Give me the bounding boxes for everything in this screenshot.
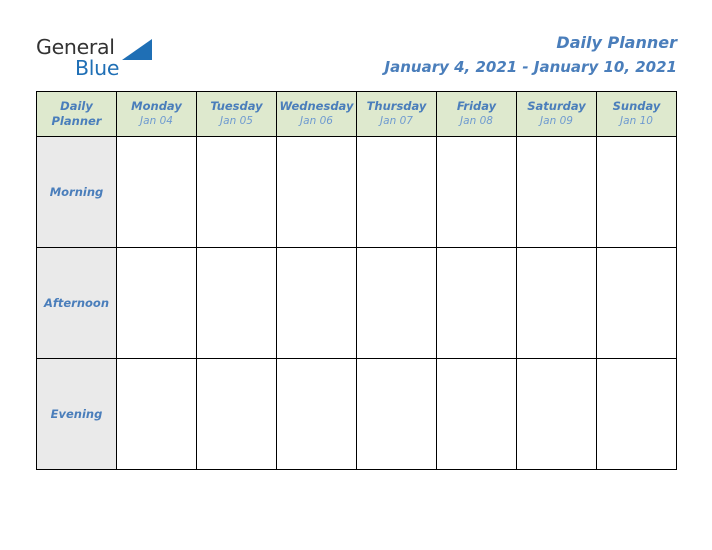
slot-morning-friday[interactable] (436, 136, 517, 248)
row-label-afternoon: Afternoon (36, 247, 117, 359)
day-date-label: Jan 05 (220, 115, 253, 127)
column-header-friday: Friday Jan 08 (436, 91, 517, 137)
day-name-label: Friday (456, 99, 497, 113)
corner-title-line2: Planner (51, 114, 102, 128)
slot-afternoon-monday[interactable] (116, 247, 197, 359)
day-date-label: Jan 07 (380, 115, 413, 127)
table-header: Daily Planner Monday Jan 04 Tuesday Jan … (36, 91, 677, 137)
slot-evening-wednesday[interactable] (276, 358, 357, 470)
table-header-row: Daily Planner Monday Jan 04 Tuesday Jan … (36, 91, 677, 137)
table-row-evening: Evening (36, 358, 677, 470)
column-header-saturday: Saturday Jan 09 (516, 91, 597, 137)
table-row-afternoon: Afternoon (36, 247, 677, 359)
slot-morning-saturday[interactable] (516, 136, 597, 248)
day-date-label: Jan 09 (540, 115, 573, 127)
slot-afternoon-wednesday[interactable] (276, 247, 357, 359)
day-name-label: Monday (131, 99, 182, 113)
row-label-text: Morning (49, 185, 104, 199)
page-title: Daily Planner (556, 33, 677, 52)
day-name-label: Saturday (527, 99, 586, 113)
row-label-morning: Morning (36, 136, 117, 248)
slot-afternoon-tuesday[interactable] (196, 247, 277, 359)
slot-afternoon-thursday[interactable] (356, 247, 437, 359)
slot-morning-wednesday[interactable] (276, 136, 357, 248)
column-header-tuesday: Tuesday Jan 05 (196, 91, 277, 137)
day-date-label: Jan 10 (620, 115, 653, 127)
date-range-subtitle: January 4, 2021 - January 10, 2021 (384, 58, 677, 76)
general-blue-logo[interactable]: General Blue (36, 36, 166, 82)
day-date-label: Jan 04 (140, 115, 173, 127)
row-label-text: Evening (50, 407, 103, 421)
logo-text-general: General (36, 35, 115, 59)
row-label-evening: Evening (36, 358, 117, 470)
day-name-label: Wednesday (279, 99, 354, 113)
day-name-label: Thursday (366, 99, 427, 113)
triangle-icon (122, 39, 152, 60)
column-header-thursday: Thursday Jan 07 (356, 91, 437, 137)
day-name-label: Sunday (612, 99, 661, 113)
day-date-label: Jan 06 (300, 115, 333, 127)
slot-afternoon-sunday[interactable] (596, 247, 677, 359)
row-label-text: Afternoon (43, 296, 110, 310)
column-header-wednesday: Wednesday Jan 06 (276, 91, 357, 137)
slot-morning-thursday[interactable] (356, 136, 437, 248)
daily-planner-table: Daily Planner Monday Jan 04 Tuesday Jan … (36, 91, 677, 470)
title-block: Daily Planner January 4, 2021 - January … (385, 33, 677, 77)
slot-morning-sunday[interactable] (596, 136, 677, 248)
column-header-sunday: Sunday Jan 10 (596, 91, 677, 137)
table-row-morning: Morning (36, 136, 677, 248)
table-corner-header: Daily Planner (36, 91, 117, 137)
slot-morning-monday[interactable] (116, 136, 197, 248)
slot-afternoon-friday[interactable] (436, 247, 517, 359)
column-header-monday: Monday Jan 04 (116, 91, 197, 137)
slot-afternoon-saturday[interactable] (516, 247, 597, 359)
slot-morning-tuesday[interactable] (196, 136, 277, 248)
day-name-label: Tuesday (210, 99, 263, 113)
slot-evening-tuesday[interactable] (196, 358, 277, 470)
corner-title-line1: Daily (60, 99, 93, 113)
page-header: General Blue Daily Planner January 4, 20… (0, 0, 712, 91)
slot-evening-monday[interactable] (116, 358, 197, 470)
slot-evening-sunday[interactable] (596, 358, 677, 470)
slot-evening-friday[interactable] (436, 358, 517, 470)
slot-evening-thursday[interactable] (356, 358, 437, 470)
table-body: Morning Afternoon Evening (36, 136, 677, 470)
day-date-label: Jan 08 (460, 115, 493, 127)
slot-evening-saturday[interactable] (516, 358, 597, 470)
logo-text-blue: Blue (75, 56, 120, 80)
